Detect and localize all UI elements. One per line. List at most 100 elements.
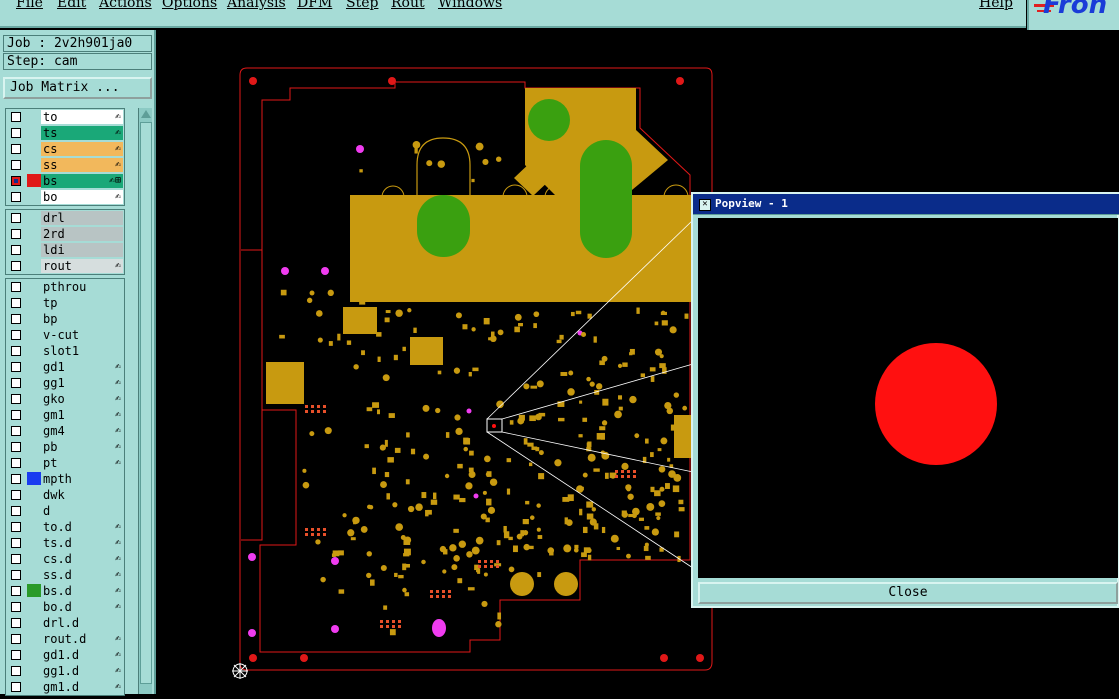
layer-name[interactable]: rout ✍: [41, 259, 123, 273]
layer-checkbox[interactable]: [11, 522, 21, 532]
layer-name[interactable]: bo.d ✍: [41, 600, 123, 614]
layer-name[interactable]: gd1 ✍: [41, 360, 123, 374]
layer-checkbox[interactable]: [11, 554, 21, 564]
layer-name[interactable]: gko ✍: [41, 392, 123, 406]
layer-row[interactable]: tp: [6, 295, 124, 311]
layer-row[interactable]: gm1.d ✍: [6, 679, 124, 695]
layer-name[interactable]: cs.d ✍: [41, 552, 123, 566]
layer-checkbox[interactable]: [11, 666, 21, 676]
close-button[interactable]: Close: [698, 582, 1118, 604]
layer-row[interactable]: v-cut: [6, 327, 124, 343]
layer-checkbox[interactable]: [11, 314, 21, 324]
layer-checkbox[interactable]: [11, 410, 21, 420]
layer-name[interactable]: slot1: [41, 344, 123, 358]
layer-checkbox[interactable]: [11, 618, 21, 628]
layer-row[interactable]: slot1: [6, 343, 124, 359]
layer-checkbox[interactable]: [11, 160, 21, 170]
menu-file[interactable]: File: [16, 0, 43, 11]
layer-name[interactable]: bp: [41, 312, 123, 326]
layer-name[interactable]: v-cut: [41, 328, 123, 342]
scrollbar-thumb[interactable]: [140, 122, 152, 684]
layer-name[interactable]: dwk: [41, 488, 123, 502]
menu-rout[interactable]: Rout: [391, 0, 425, 11]
layer-checkbox[interactable]: [11, 538, 21, 548]
menu-analysis[interactable]: Analysis: [227, 0, 286, 11]
layer-checkbox[interactable]: [11, 144, 21, 154]
layer-name[interactable]: pthrou: [41, 280, 123, 294]
menu-help[interactable]: Help: [979, 0, 1013, 11]
layer-checkbox[interactable]: [11, 378, 21, 388]
layer-checkbox[interactable]: [11, 634, 21, 644]
layer-name[interactable]: to.d ✍: [41, 520, 123, 534]
layer-name[interactable]: ss ✍: [41, 158, 123, 172]
layer-row[interactable]: dwk: [6, 487, 124, 503]
layer-checkbox[interactable]: [11, 245, 21, 255]
layer-row[interactable]: to ✍: [6, 109, 124, 125]
layer-checkbox[interactable]: [11, 192, 21, 202]
layer-checkbox[interactable]: [11, 586, 21, 596]
layer-row[interactable]: gd1.d ✍: [6, 647, 124, 663]
layer-color-swatch[interactable]: [27, 174, 41, 187]
window-menu-icon[interactable]: ✕: [699, 199, 711, 211]
layer-name[interactable]: gg1 ✍: [41, 376, 123, 390]
layer-name[interactable]: tp: [41, 296, 123, 310]
layer-row[interactable]: rout.d ✍: [6, 631, 124, 647]
layer-name[interactable]: to ✍: [41, 110, 123, 124]
layer-name[interactable]: gm1 ✍: [41, 408, 123, 422]
layer-row[interactable]: bs.d ✍: [6, 583, 124, 599]
layer-name[interactable]: ldi: [41, 243, 123, 257]
layer-checkbox[interactable]: [11, 474, 21, 484]
layer-row[interactable]: bo.d ✍: [6, 599, 124, 615]
layer-checkbox[interactable]: [11, 458, 21, 468]
layer-row[interactable]: gg1 ✍: [6, 375, 124, 391]
layer-checkbox[interactable]: [11, 330, 21, 340]
layer-checkbox[interactable]: [11, 426, 21, 436]
menu-windows[interactable]: Windows: [438, 0, 502, 11]
layer-row[interactable]: ss ✍: [6, 157, 124, 173]
layer-checkbox[interactable]: [11, 682, 21, 692]
layer-row[interactable]: pb ✍: [6, 439, 124, 455]
layer-name[interactable]: drl.d: [41, 616, 123, 630]
layer-row[interactable]: pt ✍: [6, 455, 124, 471]
layer-checkbox[interactable]: [11, 362, 21, 372]
layer-name[interactable]: pb ✍: [41, 440, 123, 454]
layer-checkbox[interactable]: [11, 506, 21, 516]
layer-row[interactable]: ts ✍: [6, 125, 124, 141]
layer-name[interactable]: gm1.d ✍: [41, 680, 123, 694]
layer-color-swatch[interactable]: [27, 472, 41, 485]
layer-name[interactable]: bs.d ✍: [41, 584, 123, 598]
layer-checkbox[interactable]: [11, 346, 21, 356]
popview-window[interactable]: ✕ Popview - 1 Close: [691, 192, 1119, 608]
layer-checkbox[interactable]: [11, 112, 21, 122]
layer-name[interactable]: ts.d ✍: [41, 536, 123, 550]
layer-name[interactable]: 2rd: [41, 227, 123, 241]
menu-step[interactable]: Step: [346, 0, 378, 11]
layer-row[interactable]: 2rd: [6, 226, 124, 242]
layer-name[interactable]: gg1.d ✍: [41, 664, 123, 678]
layer-row[interactable]: gm1 ✍: [6, 407, 124, 423]
layer-name[interactable]: mpth: [41, 472, 123, 486]
layer-row[interactable]: pthrou: [6, 279, 124, 295]
layer-row[interactable]: cs.d ✍: [6, 551, 124, 567]
layer-name[interactable]: pt ✍: [41, 456, 123, 470]
layer-row[interactable]: bo ✍: [6, 189, 124, 205]
layer-name[interactable]: drl: [41, 211, 123, 225]
layer-checkbox[interactable]: [11, 650, 21, 660]
layer-checkbox[interactable]: [11, 229, 21, 239]
layer-name[interactable]: gm4 ✍: [41, 424, 123, 438]
menu-dfm[interactable]: DFM: [297, 0, 332, 11]
layer-checkbox[interactable]: [11, 128, 21, 138]
layer-row[interactable]: rout ✍: [6, 258, 124, 274]
layer-row[interactable]: d: [6, 503, 124, 519]
layer-checkbox[interactable]: [11, 394, 21, 404]
layer-row[interactable]: ldi: [6, 242, 124, 258]
layer-name[interactable]: rout.d ✍: [41, 632, 123, 646]
layer-checkbox[interactable]: [11, 282, 21, 292]
layer-row[interactable]: gko ✍: [6, 391, 124, 407]
layer-row[interactable]: drl.d: [6, 615, 124, 631]
layer-checkbox[interactable]: [11, 602, 21, 612]
layer-name[interactable]: ss.d ✍: [41, 568, 123, 582]
layer-name[interactable]: ts ✍: [41, 126, 123, 140]
scroll-up-arrow-icon[interactable]: [141, 110, 151, 118]
popview-canvas[interactable]: [698, 218, 1118, 578]
